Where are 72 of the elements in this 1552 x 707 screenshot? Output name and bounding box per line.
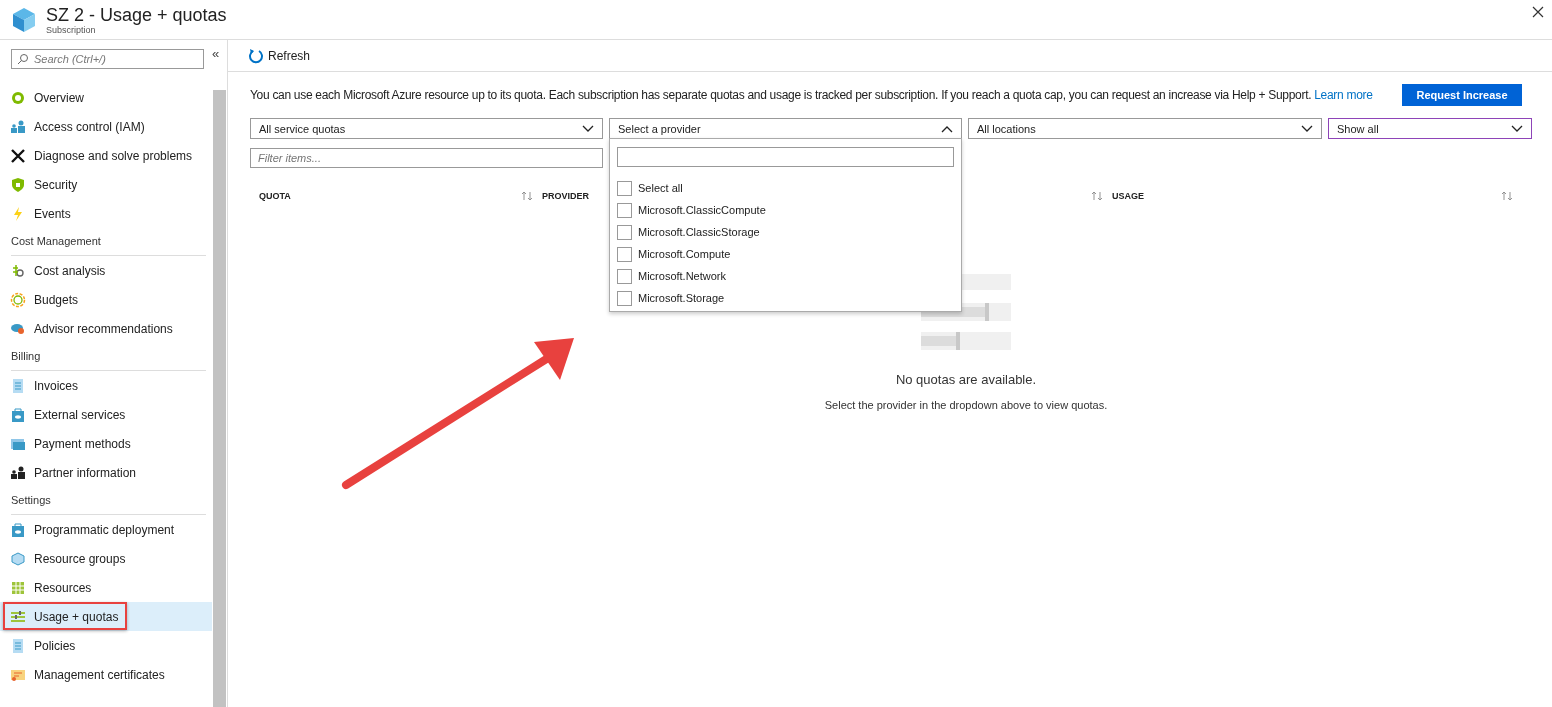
collapse-button[interactable]: «	[212, 49, 220, 59]
chevron-down-icon	[582, 124, 594, 133]
option-label[interactable]: Microsoft.Compute	[638, 248, 731, 260]
refresh-button[interactable]: Refresh	[248, 47, 311, 64]
nav-item[interactable]: Partner information	[0, 458, 212, 487]
doc-icon	[10, 377, 26, 394]
doc-icon	[10, 637, 26, 654]
nav-item[interactable]: Overview	[0, 83, 212, 112]
nav-item[interactable]: Management certificates	[0, 660, 212, 689]
nav-item[interactable]: Diagnose and solve problems	[0, 141, 212, 170]
ring-icon	[10, 89, 26, 106]
sort-icon[interactable]	[521, 191, 533, 201]
nav-item[interactable]: Payment methods	[0, 429, 212, 458]
shield-icon	[10, 176, 26, 193]
people-icon	[10, 118, 26, 135]
section-heading: Cost Management	[11, 233, 206, 256]
sliders-icon	[10, 608, 26, 625]
nav-item[interactable]: Invoices	[0, 371, 212, 400]
dropdown[interactable]: All service quotas	[250, 118, 603, 139]
info-text: You can use each Microsoft Azure resource up to its quota. Each subscription has separate quotas and usage is tracked per subscription. If you reach a quota cap, you can request an increase via Help + Support. Learn more	[250, 88, 1374, 102]
option-label[interactable]: Microsoft.Storage	[638, 292, 725, 304]
option-label[interactable]: Microsoft.Network	[638, 270, 727, 282]
dropdown[interactable]: Show all	[1328, 118, 1532, 139]
nav-item[interactable]: Usage + quotas	[0, 602, 212, 631]
menu-search-field[interactable]	[617, 147, 954, 167]
sort-icon[interactable]	[1091, 191, 1103, 201]
column-header[interactable]: USAGE	[1112, 191, 1144, 201]
learn-more-link[interactable]: Learn more	[1314, 88, 1373, 102]
nav-item[interactable]: Resource groups	[0, 544, 212, 573]
nav-item[interactable]: Cost analysis	[0, 256, 212, 285]
refresh-icon	[248, 47, 264, 64]
column-header[interactable]: PROVIDER	[542, 191, 589, 201]
search-field[interactable]: Search (Ctrl+/)	[11, 49, 204, 69]
option-label[interactable]: Select all	[638, 182, 683, 194]
option-label[interactable]: Microsoft.ClassicCompute	[638, 204, 766, 216]
section-heading: Billing	[11, 348, 206, 371]
nav-item[interactable]: Resources	[0, 573, 212, 602]
page-subtitle: Subscription	[46, 24, 97, 35]
sort-icon[interactable]	[1501, 191, 1513, 201]
coin-icon	[10, 291, 26, 308]
checkbox[interactable]	[617, 202, 632, 218]
chevron-down-icon	[1511, 124, 1523, 133]
checkbox[interactable]	[617, 224, 632, 240]
column-header[interactable]: QUOTA	[259, 191, 291, 201]
nav-item[interactable]: External services	[0, 400, 212, 429]
nav-item[interactable]: Events	[0, 199, 212, 228]
grid-icon	[10, 579, 26, 596]
chevron-up-icon	[941, 124, 953, 133]
close-icon[interactable]	[1532, 6, 1544, 18]
filter-field[interactable]: Filter items...	[250, 148, 603, 168]
checkbox[interactable]	[617, 268, 632, 284]
dropdown[interactable]: All locations	[968, 118, 1322, 139]
nav-item[interactable]: Policies	[0, 631, 212, 660]
empty-title: No quotas are available.	[895, 372, 1037, 387]
nav-item[interactable]: Security	[0, 170, 212, 199]
empty-message: Select the provider in the dropdown above to view quotas.	[824, 399, 1108, 411]
option-label[interactable]: Microsoft.ClassicStorage	[638, 226, 760, 238]
search-icon	[17, 53, 29, 65]
nav-item[interactable]: Access control (IAM)	[0, 112, 212, 141]
bag-icon	[10, 521, 26, 538]
people2-icon	[10, 464, 26, 481]
nav-item[interactable]: Programmatic deployment	[0, 515, 212, 544]
page-title: SZ 2 - Usage + quotas	[46, 4, 228, 25]
nav-item[interactable]: Advisor recommendations	[0, 314, 212, 343]
checkbox[interactable]	[617, 290, 632, 306]
bag-icon	[10, 406, 26, 423]
nav-item[interactable]: Budgets	[0, 285, 212, 314]
request-increase-button[interactable]: Request Increase	[1402, 84, 1522, 106]
chevron-down-icon	[1301, 124, 1313, 133]
section-heading: Settings	[11, 492, 206, 515]
checkbox[interactable]	[617, 180, 632, 196]
checkbox[interactable]	[617, 246, 632, 262]
